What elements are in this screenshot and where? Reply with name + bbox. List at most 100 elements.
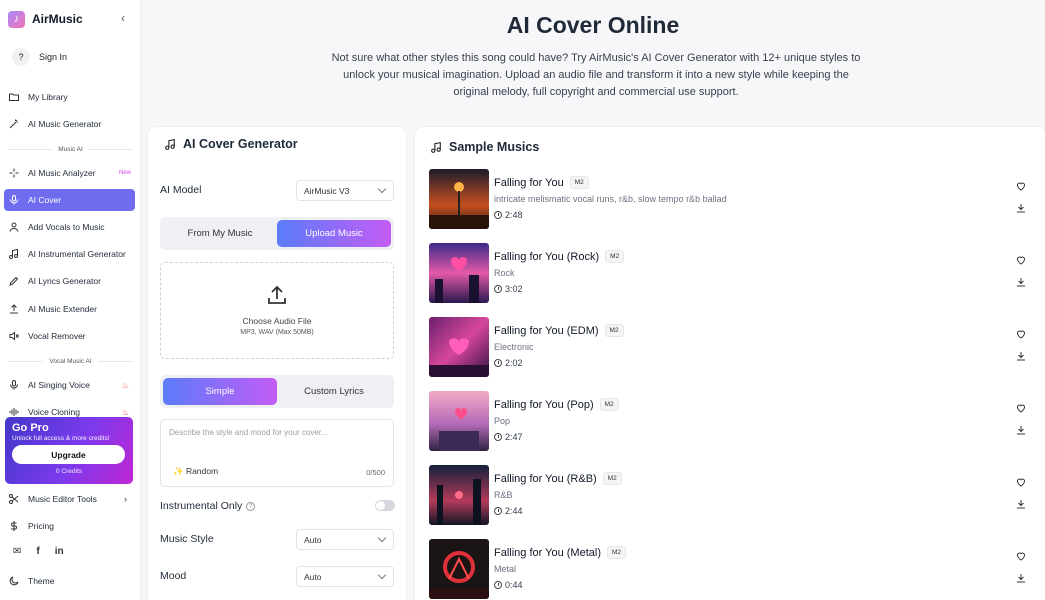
sidebar-item-ai-cover[interactable]: AI Cover xyxy=(4,189,135,211)
section-vocal-music-ai: Vocal Music AI xyxy=(8,356,133,366)
tab-from-my-music[interactable]: From My Music xyxy=(163,220,277,247)
heart-icon[interactable] xyxy=(1015,476,1027,488)
list-item[interactable]: Falling for You M2 intricate melismatic v… xyxy=(429,169,1034,231)
album-cover[interactable] xyxy=(429,391,489,451)
tab-simple[interactable]: Simple xyxy=(163,378,277,405)
brand[interactable]: ♪ AirMusic ‹ xyxy=(8,9,133,29)
sidebar-item-ai-music-analyzer[interactable]: AI Music Analyzer New xyxy=(4,162,135,184)
sidebar-item-vocal-remover[interactable]: Vocal Remover xyxy=(4,325,135,347)
upgrade-button[interactable]: Upgrade xyxy=(12,445,125,464)
prompt-placeholder: Describe the style and mood for your cov… xyxy=(169,428,328,437)
chevron-right-icon: › xyxy=(124,494,127,504)
go-pro-promo: Go Pro Unlock full access & more credits… xyxy=(5,417,133,484)
track-description: Electronic xyxy=(494,342,534,352)
album-cover[interactable] xyxy=(429,539,489,599)
facebook-icon[interactable]: f xyxy=(36,546,39,557)
track-duration: 2:44 xyxy=(494,506,523,516)
fire-icon: ♨ xyxy=(121,380,129,390)
heart-icon[interactable] xyxy=(1015,402,1027,414)
sidebar-item-label: AI Music Analyzer xyxy=(28,168,96,178)
clock-icon xyxy=(494,211,502,219)
sidebar-item-ai-singing-voice[interactable]: AI Singing Voice ♨ xyxy=(4,374,135,396)
model-badge: M2 xyxy=(604,324,624,337)
track-duration: 2:02 xyxy=(494,358,523,368)
credits-count: 0 Credits xyxy=(55,468,82,475)
sidebar-item-label: My Library xyxy=(28,92,68,102)
person-icon xyxy=(9,222,19,232)
sidebar-item-label: Voice Cloning xyxy=(28,407,80,417)
sidebar-item-ai-music-generator[interactable]: AI Music Generator xyxy=(4,113,135,135)
samples-title: Sample Musics xyxy=(430,140,539,154)
sidebar-item-add-vocals[interactable]: Add Vocals to Music xyxy=(4,216,135,238)
promo-subtitle: Unlock full access & more credits! xyxy=(12,435,110,442)
sidebar-item-pricing[interactable]: Pricing xyxy=(4,515,135,537)
download-icon[interactable] xyxy=(1015,276,1027,288)
list-item[interactable]: Falling for You (R&B) M2 R&B 2:44 xyxy=(429,465,1034,527)
download-icon[interactable] xyxy=(1015,572,1027,584)
album-cover[interactable] xyxy=(429,317,489,377)
sidebar-item-label: Pricing xyxy=(28,521,54,531)
sidebar-item-label: AI Lyrics Generator xyxy=(28,276,101,286)
help-icon[interactable]: ? xyxy=(246,502,256,511)
mood-label: Mood xyxy=(160,570,187,582)
sign-in-link[interactable]: ? Sign In xyxy=(12,48,67,66)
fire-icon: ♨ xyxy=(121,407,129,417)
sidebar-item-theme[interactable]: Theme xyxy=(4,570,135,592)
list-item[interactable]: Falling for You (Pop) M2 Pop 2:47 xyxy=(429,391,1034,453)
social-links: ✉ f in xyxy=(13,546,64,557)
heart-icon[interactable] xyxy=(1015,254,1027,266)
sidebar-item-label: AI Singing Voice xyxy=(28,380,90,390)
new-badge: New xyxy=(118,170,131,176)
model-badge: M2 xyxy=(599,398,619,411)
list-item[interactable]: Falling for You (Rock) M2 Rock 3:02 xyxy=(429,243,1034,305)
ai-model-select[interactable]: AirMusic V3 xyxy=(296,180,394,201)
mood-select[interactable]: Auto xyxy=(296,566,394,587)
linkedin-icon[interactable]: in xyxy=(55,546,64,557)
sidebar-item-ai-lyrics-generator[interactable]: AI Lyrics Generator xyxy=(4,270,135,292)
sidebar-item-my-library[interactable]: My Library xyxy=(4,86,135,108)
list-item[interactable]: Falling for You (Metal) M2 Metal 0:44 xyxy=(429,539,1034,600)
heart-icon[interactable] xyxy=(1015,328,1027,340)
list-item[interactable]: Falling for You (EDM) M2 Electronic 2:02 xyxy=(429,317,1034,379)
mail-icon[interactable]: ✉ xyxy=(13,546,21,557)
album-cover[interactable] xyxy=(429,243,489,303)
track-title: Falling for You (EDM) M2 xyxy=(494,324,624,337)
track-title: Falling for You (Rock) M2 xyxy=(494,250,625,263)
album-cover[interactable] xyxy=(429,465,489,525)
collapse-sidebar-icon[interactable]: ‹ xyxy=(121,11,125,25)
download-icon[interactable] xyxy=(1015,350,1027,362)
tab-upload-music[interactable]: Upload Music xyxy=(277,220,391,247)
random-button[interactable]: ✨ Random xyxy=(173,466,218,477)
download-icon[interactable] xyxy=(1015,498,1027,510)
track-description: Pop xyxy=(494,416,511,426)
source-tabs: From My Music Upload Music xyxy=(160,217,394,250)
music-note-icon xyxy=(9,248,18,259)
download-icon[interactable] xyxy=(1015,202,1027,214)
model-badge: M2 xyxy=(605,250,625,263)
upload-icon xyxy=(10,304,18,314)
download-icon[interactable] xyxy=(1015,424,1027,436)
music-style-value: Auto xyxy=(304,534,322,545)
clock-icon xyxy=(494,507,502,515)
heart-icon[interactable] xyxy=(1015,550,1027,562)
moon-icon xyxy=(9,576,19,586)
file-drop-zone[interactable]: Choose Audio File MP3, WAV (Max 50MB) xyxy=(160,262,394,359)
folder-icon xyxy=(9,93,19,101)
sidebar-item-ai-instrumental-generator[interactable]: AI Instrumental Generator xyxy=(4,243,135,265)
heart-icon[interactable] xyxy=(1015,180,1027,192)
pen-icon xyxy=(9,276,19,286)
sidebar-item-ai-music-extender[interactable]: AI Music Extender xyxy=(4,298,135,320)
track-duration: 2:47 xyxy=(494,432,523,442)
style-prompt-input[interactable]: Describe the style and mood for your cov… xyxy=(160,419,394,487)
instrumental-toggle[interactable] xyxy=(375,500,395,511)
sidebar-item-label: AI Cover xyxy=(28,195,62,205)
album-cover[interactable] xyxy=(429,169,489,229)
music-style-select[interactable]: Auto xyxy=(296,529,394,550)
sidebar-item-label: AI Music Generator xyxy=(28,119,102,129)
promo-title: Go Pro xyxy=(12,422,49,434)
clock-icon xyxy=(494,285,502,293)
sign-in-label: Sign In xyxy=(39,52,68,62)
sidebar-item-music-editor-tools[interactable]: Music Editor Tools › xyxy=(4,488,135,510)
choose-file-label: Choose Audio File xyxy=(242,316,312,326)
tab-custom-lyrics[interactable]: Custom Lyrics xyxy=(277,378,391,405)
